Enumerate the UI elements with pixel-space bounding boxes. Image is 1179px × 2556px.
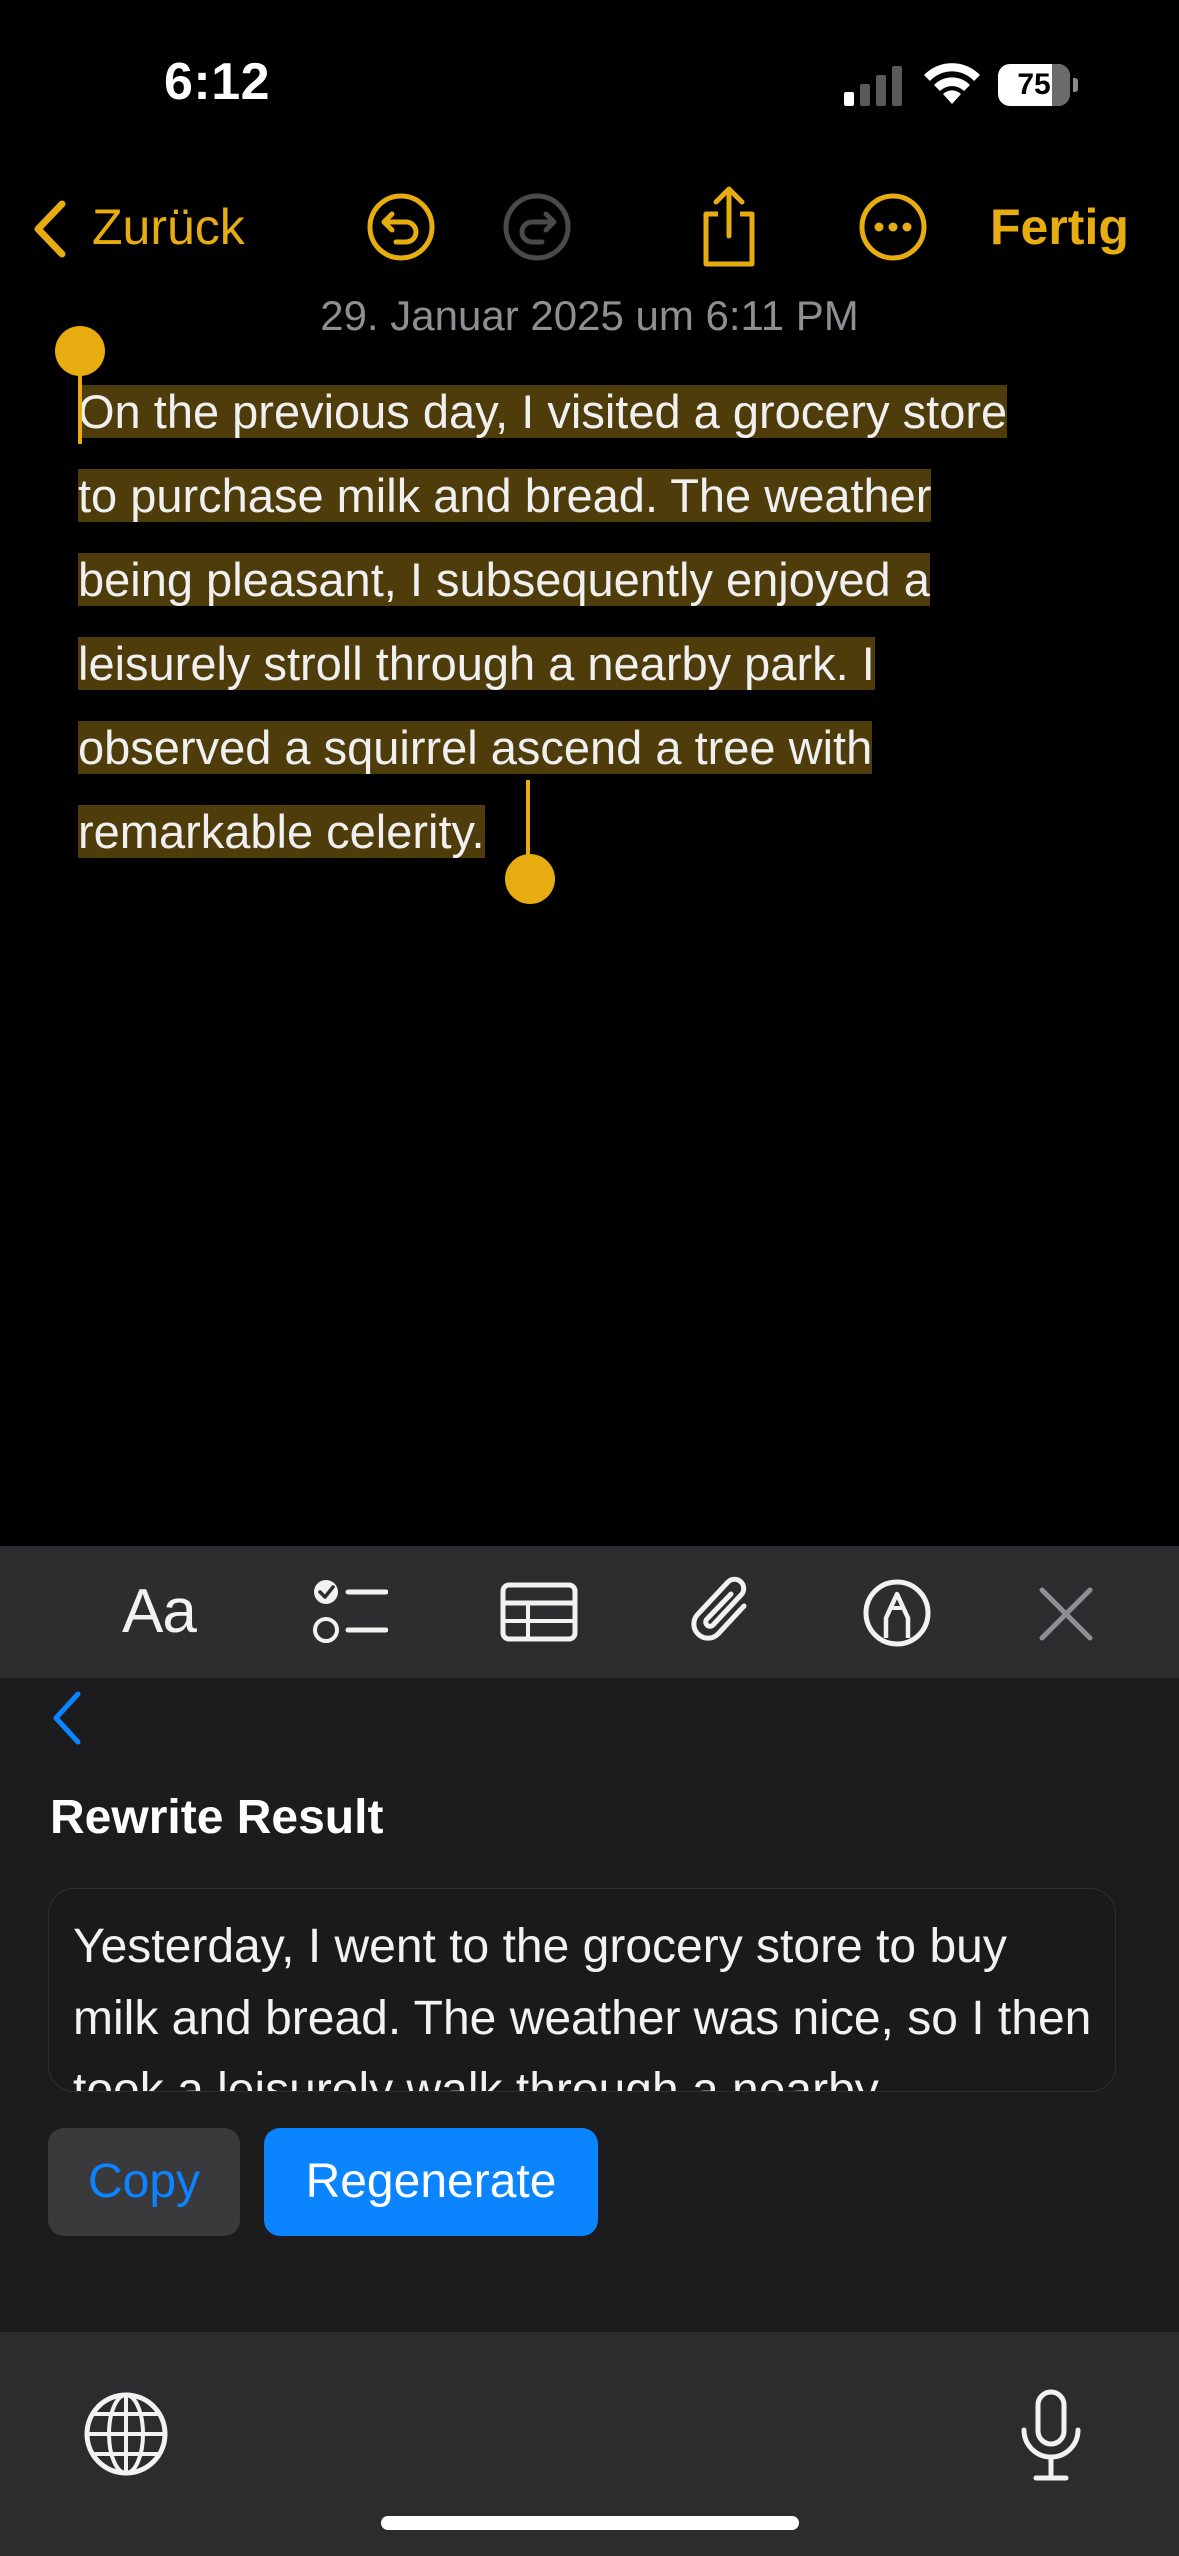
chevron-left-icon[interactable] (46, 1688, 90, 1748)
note-line: remarkable celerity. (78, 805, 485, 858)
rewrite-result-title: Rewrite Result (50, 1791, 384, 1844)
selection-end-caret (526, 780, 530, 856)
note-line: observed a squirrel ascend a tree with (78, 721, 873, 774)
checklist-icon[interactable] (312, 1576, 388, 1648)
note-line: On the previous day, I visited a grocery… (78, 385, 1008, 438)
selection-end-handle[interactable] (505, 854, 555, 904)
chevron-left-icon[interactable] (22, 194, 82, 264)
copy-button[interactable]: Copy (48, 2128, 240, 2236)
note-line: leisurely stroll through a nearby park. … (78, 637, 875, 690)
table-icon[interactable] (500, 1582, 578, 1642)
text-format-icon[interactable]: Aa (122, 1576, 197, 1647)
signal-icon (844, 66, 902, 106)
more-icon[interactable] (858, 192, 928, 262)
rewrite-result-box[interactable]: Yesterday, I went to the grocery store t… (48, 1888, 1116, 2092)
home-indicator[interactable] (381, 2516, 799, 2530)
status-time: 6:12 (164, 53, 271, 111)
redo-icon[interactable] (502, 192, 572, 262)
note-line: being pleasant, I subsequently enjoyed a (78, 553, 930, 606)
close-icon[interactable] (1038, 1586, 1094, 1642)
selection-start-handle[interactable] (55, 326, 105, 376)
note-body[interactable]: On the previous day, I visited a grocery… (78, 370, 1108, 874)
wifi-icon (924, 63, 980, 104)
selection-start-caret (78, 370, 82, 444)
undo-icon[interactable] (366, 192, 436, 262)
battery-cap (1073, 78, 1078, 92)
markup-icon[interactable] (862, 1578, 932, 1648)
done-button[interactable]: Fertig (990, 198, 1129, 256)
regenerate-button[interactable]: Regenerate (264, 2128, 598, 2236)
attachment-icon[interactable] (686, 1574, 756, 1650)
back-button[interactable]: Zurück (92, 198, 245, 256)
share-icon[interactable] (694, 184, 764, 268)
globe-icon[interactable] (82, 2390, 170, 2478)
note-date: 29. Januar 2025 um 6:11 PM (320, 292, 859, 339)
microphone-icon[interactable] (1016, 2388, 1086, 2484)
rewrite-result-text: Yesterday, I went to the grocery store t… (73, 1920, 1092, 2092)
battery-percent: 75 (1017, 68, 1051, 101)
battery-icon: 75 (998, 64, 1070, 106)
note-line: to purchase milk and bread. The weather (78, 469, 932, 522)
